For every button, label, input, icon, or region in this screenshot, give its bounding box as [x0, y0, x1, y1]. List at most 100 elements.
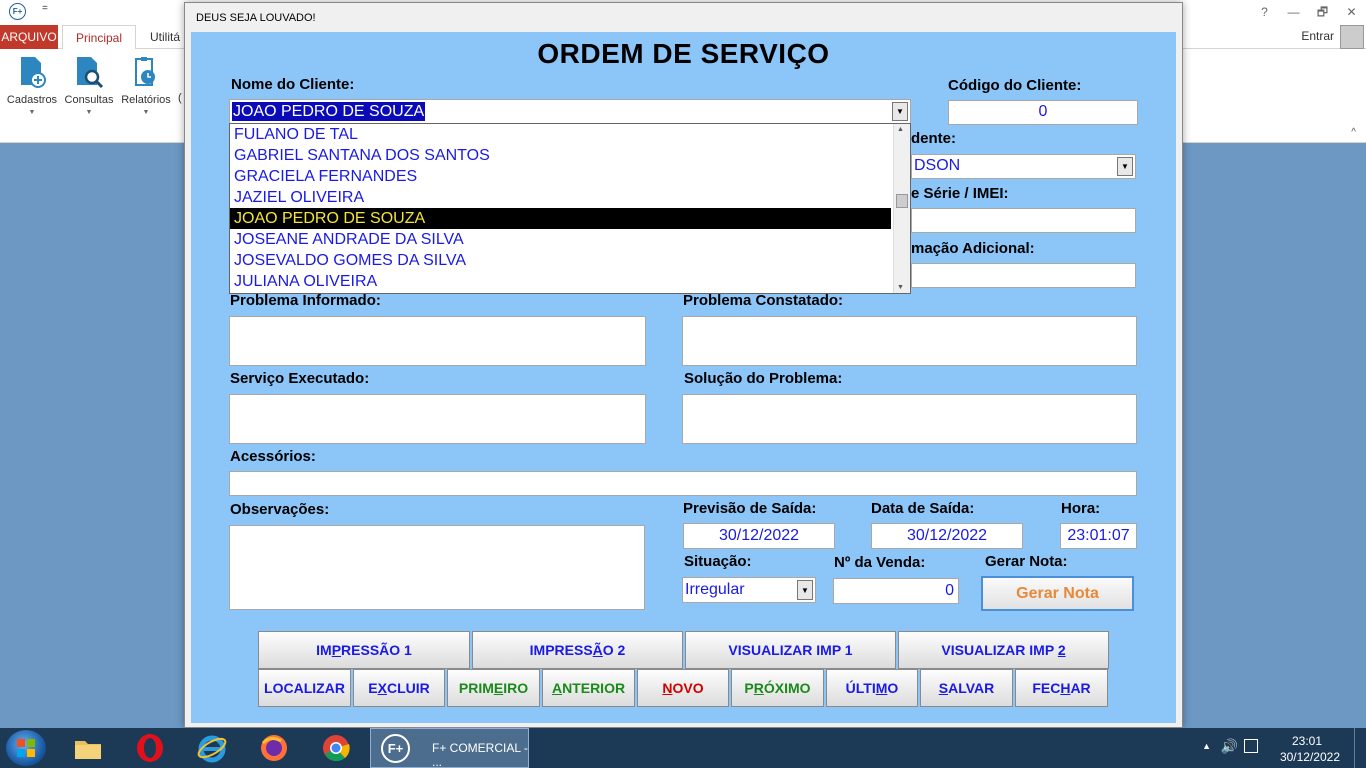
observacoes-field[interactable] — [229, 525, 645, 610]
collapse-ribbon-icon[interactable]: ^ — [1351, 127, 1356, 138]
cliente-dropdown-list[interactable]: FULANO DE TAL GABRIEL SANTANA DOS SANTOS… — [229, 123, 911, 294]
consultas-button[interactable]: Consultas ▼ — [61, 55, 117, 125]
window-controls: ? — 🗗 ✕ — [1250, 0, 1366, 24]
button-text: IMPRESS — [529, 642, 593, 658]
start-button[interactable] — [6, 730, 46, 766]
button-mnemonic: N — [662, 680, 673, 696]
button-text: RESSÃO 1 — [341, 642, 412, 658]
list-item-selected[interactable]: JOAO PEDRO DE SOUZA — [230, 208, 891, 229]
restore-icon[interactable]: 🗗 — [1308, 0, 1337, 24]
list-item[interactable]: JOSEVALDO GOMES DA SILVA — [230, 250, 891, 271]
minimize-icon[interactable]: — — [1279, 0, 1308, 24]
localizar-button[interactable]: LOCALIZAR — [258, 669, 351, 707]
novo-button[interactable]: NOVO — [637, 669, 729, 707]
cliente-combobox[interactable]: JOAO PEDRO DE SOUZA ▼ — [229, 99, 911, 124]
previsao-saida-field[interactable]: 30/12/2022 — [683, 523, 835, 549]
impressao-2-button[interactable]: IMPRESSÃO 2 — [472, 631, 683, 669]
tab-principal[interactable]: Principal — [62, 25, 136, 50]
firefox-icon[interactable] — [258, 732, 290, 764]
show-desktop-button[interactable] — [1354, 728, 1366, 768]
visualizar-imp-1-button[interactable]: VISUALIZAR IMP 1 — [685, 631, 896, 669]
dropdown-scrollbar[interactable]: ▲ ▼ — [893, 124, 910, 293]
show-hidden-icons-icon[interactable]: ▲ — [1202, 741, 1211, 751]
acessorios-field[interactable] — [229, 471, 1137, 496]
situacao-combobox[interactable]: Irregular ▼ — [682, 577, 816, 603]
close-icon[interactable]: ✕ — [1337, 0, 1366, 24]
opera-icon[interactable] — [134, 732, 166, 764]
codigo-cliente-field[interactable]: 0 — [948, 100, 1138, 125]
atendente-combobox[interactable]: DSON ▼ — [911, 154, 1136, 179]
taskbar-app-label: F+ COMERCIAL - ... — [432, 741, 528, 768]
problema-informado-field[interactable] — [229, 316, 646, 366]
form-body: ORDEM DE SERVIÇO Nome do Cliente: JOAO P… — [191, 32, 1176, 723]
list-item[interactable]: GABRIEL SANTANA DOS SANTOS — [230, 145, 891, 166]
list-item[interactable]: JOSEANE ANDRADE DA SILVA — [230, 229, 891, 250]
button-text: NTERIOR — [562, 680, 626, 696]
info-adicional-field[interactable] — [911, 263, 1136, 288]
list-item[interactable]: JAZIEL OLIVEIRA — [230, 187, 891, 208]
list-item[interactable]: GRACIELA FERNANDES — [230, 166, 891, 187]
chevron-down-icon[interactable]: ▼ — [892, 102, 908, 121]
proximo-button[interactable]: PRÓXIMO — [731, 669, 824, 707]
fechar-button[interactable]: FECHAR — [1015, 669, 1108, 707]
chevron-down-icon[interactable]: ▼ — [797, 580, 813, 600]
button-text: E — [368, 680, 378, 696]
gerar-nota-button[interactable]: Gerar Nota — [981, 576, 1134, 611]
button-text: LOCALIZAR — [264, 680, 345, 696]
help-icon[interactable]: ? — [1250, 0, 1279, 24]
button-mnemonic: S — [938, 680, 949, 696]
entrar-button[interactable]: Entrar — [1301, 29, 1334, 43]
ribbon-partial-label: ( — [178, 92, 182, 104]
serie-imei-field[interactable] — [911, 208, 1136, 233]
button-text: CLUIR — [386, 680, 430, 696]
clock-time[interactable]: 23:01 — [1292, 734, 1322, 748]
data-saida-label: Data de Saída: — [871, 500, 975, 517]
list-item[interactable]: FULANO DE TAL — [230, 124, 891, 145]
avatar[interactable] — [1340, 25, 1364, 49]
previsao-saida-value: 30/12/2022 — [718, 527, 800, 544]
list-item[interactable]: JULIANA OLIVEIRA — [230, 271, 891, 292]
network-icon[interactable] — [1244, 739, 1258, 753]
clock-date[interactable]: 30/12/2022 — [1280, 750, 1340, 764]
codigo-cliente-label: Código do Cliente: — [948, 77, 1082, 94]
primeiro-button[interactable]: PRIMEIRO — [447, 669, 540, 707]
internet-explorer-icon[interactable] — [196, 732, 228, 764]
situacao-label: Situação: — [684, 553, 752, 570]
scroll-down-icon[interactable]: ▼ — [897, 284, 904, 291]
quick-access-menu-icon[interactable]: = — [42, 3, 48, 14]
search-document-icon — [77, 57, 104, 89]
button-text: O — [887, 680, 899, 696]
scrollbar-thumb[interactable] — [896, 194, 908, 208]
data-saida-field[interactable]: 30/12/2022 — [871, 523, 1023, 549]
chevron-down-icon[interactable]: ▼ — [1117, 157, 1133, 176]
excluir-button[interactable]: EXCLUIR — [353, 669, 445, 707]
visualizar-imp-2-button[interactable]: VISUALIZAR IMP 2 — [898, 631, 1109, 669]
ultimo-button[interactable]: ÚLTIMO — [826, 669, 918, 707]
numero-venda-value: 0 — [945, 582, 954, 599]
button-text: PRIM — [458, 680, 494, 696]
servico-executado-field[interactable] — [229, 394, 646, 444]
taskbar-app-fcomercial[interactable]: F+ F+ COMERCIAL - ... — [370, 728, 529, 768]
scroll-up-icon[interactable]: ▲ — [897, 126, 904, 133]
solucao-problema-field[interactable] — [682, 394, 1137, 444]
salvar-button[interactable]: SALVAR — [920, 669, 1013, 707]
button-mnemonic: X — [377, 680, 387, 696]
problema-constatado-field[interactable] — [682, 316, 1137, 366]
button-text: FEC — [1032, 680, 1061, 696]
anterior-button[interactable]: ANTERIOR — [542, 669, 635, 707]
relatorios-button[interactable]: Relatórios ▼ — [118, 55, 174, 125]
window-title: DEUS SEJA LOUVADO! — [196, 12, 316, 24]
hora-field[interactable]: 23:01:07 — [1060, 523, 1137, 549]
problema-constatado-label: Problema Constatado: — [683, 292, 844, 309]
button-text: IM — [316, 642, 332, 658]
problema-informado-label: Problema Informado: — [230, 292, 381, 309]
cadastros-button[interactable]: Cadastros ▼ — [4, 55, 60, 125]
chevron-down-icon: ▼ — [142, 109, 150, 116]
volume-icon[interactable]: 🔊 — [1221, 738, 1238, 755]
numero-venda-field[interactable]: 0 — [833, 578, 959, 604]
chrome-icon[interactable] — [320, 732, 352, 764]
impressao-1-button[interactable]: IMPRESSÃO 1 — [258, 631, 470, 669]
tab-arquivo[interactable]: ARQUIVO — [0, 25, 58, 49]
windows-explorer-icon[interactable] — [72, 732, 104, 764]
tab-utilitarios[interactable]: Utilitá — [150, 25, 180, 49]
